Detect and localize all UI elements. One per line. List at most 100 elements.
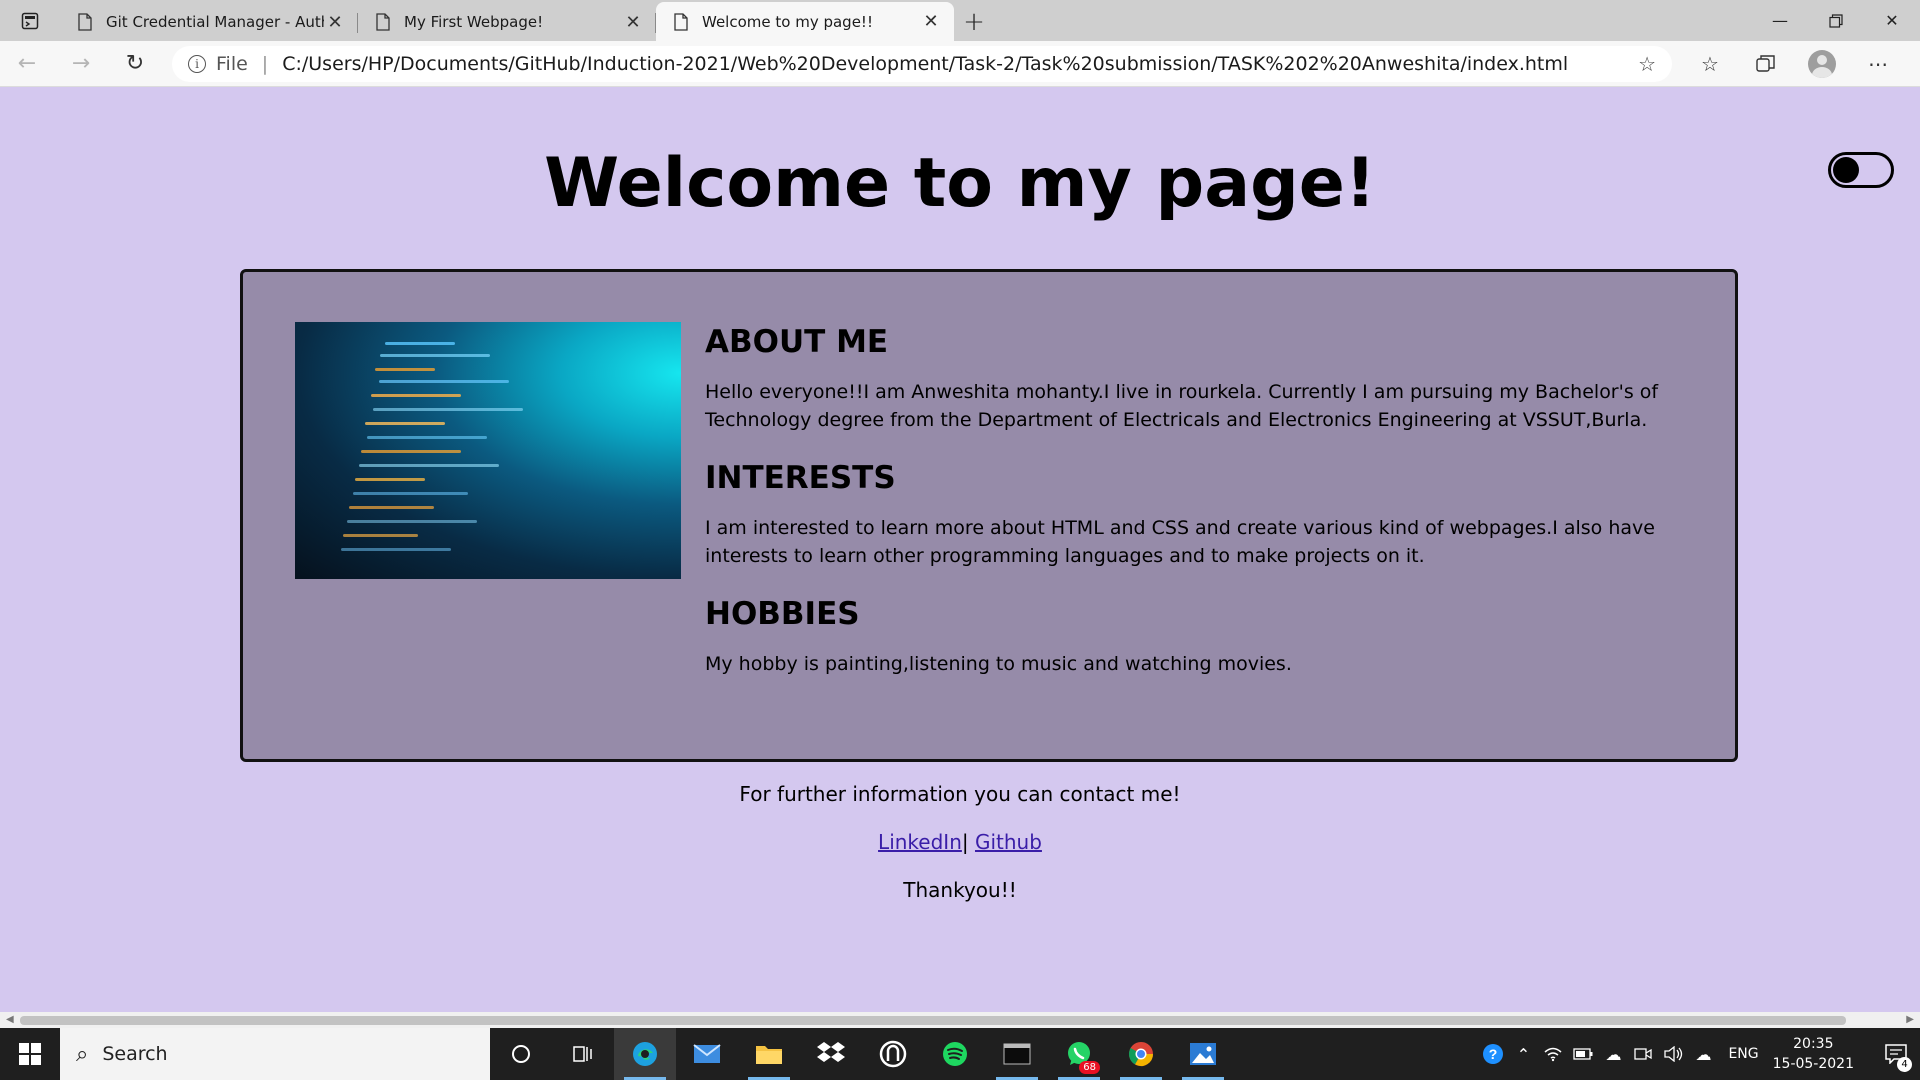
new-tab-button[interactable]: + bbox=[954, 3, 994, 41]
terminal-icon bbox=[1003, 1043, 1031, 1065]
help-button[interactable]: ? bbox=[1478, 1043, 1508, 1065]
windows-icon bbox=[19, 1043, 41, 1065]
cloud-sync-icon[interactable]: ☁ bbox=[1688, 1045, 1718, 1064]
code-screen-image bbox=[295, 322, 681, 579]
battery-icon[interactable] bbox=[1568, 1048, 1598, 1060]
section-heading: HOBBIES bbox=[705, 596, 860, 632]
cortana-button[interactable] bbox=[490, 1028, 552, 1080]
tab-my-first-webpage[interactable]: My First Webpage! ✕ bbox=[358, 3, 656, 41]
photos-taskbar-button[interactable] bbox=[1172, 1028, 1234, 1080]
taskbar: ⌕ Search 68 ? ⌃ ☁ ☁ ENG 20:35 15-05-2021… bbox=[0, 1028, 1920, 1080]
volume-icon[interactable] bbox=[1658, 1046, 1688, 1062]
spotify-taskbar-button[interactable] bbox=[924, 1028, 986, 1080]
thanks-text: Thankyou!! bbox=[903, 878, 1017, 902]
file-explorer-taskbar-button[interactable] bbox=[738, 1028, 800, 1080]
section-text: I am interested to learn more about HTML… bbox=[705, 517, 1655, 567]
tab-welcome-to-my-page[interactable]: Welcome to my page!! ✕ bbox=[656, 2, 954, 41]
spotify-icon bbox=[943, 1042, 967, 1066]
tab-git-credential-manager[interactable]: Git Credential Manager - Authentication … bbox=[60, 3, 358, 41]
close-icon[interactable]: ✕ bbox=[920, 11, 942, 33]
link-separator: | bbox=[961, 830, 969, 854]
collections-button[interactable] bbox=[1738, 41, 1794, 87]
language-indicator[interactable]: ENG bbox=[1728, 1046, 1758, 1062]
close-icon[interactable]: ✕ bbox=[324, 11, 346, 33]
close-icon[interactable]: ✕ bbox=[622, 11, 644, 33]
back-button[interactable]: ← bbox=[0, 41, 54, 87]
section-text: My hobby is painting,listening to music … bbox=[705, 653, 1292, 675]
whatsapp-taskbar-button[interactable]: 68 bbox=[1048, 1028, 1110, 1080]
close-window-button[interactable]: ✕ bbox=[1864, 0, 1920, 41]
window-controls: — ✕ bbox=[1752, 0, 1920, 41]
web-page: Welcome to my page! ABOUT ME Hello every… bbox=[0, 88, 1920, 1012]
address-bar[interactable]: i File | C:/Users/HP/Documents/GitHub/In… bbox=[172, 45, 1672, 82]
svg-text:?: ? bbox=[1489, 1046, 1498, 1062]
taskbar-search[interactable]: ⌕ Search bbox=[60, 1028, 490, 1080]
dropbox-taskbar-button[interactable] bbox=[800, 1028, 862, 1080]
start-button[interactable] bbox=[0, 1028, 60, 1080]
arrow-left-icon: ← bbox=[17, 51, 37, 76]
date-text: 15-05-2021 bbox=[1772, 1056, 1854, 1072]
onedrive-icon[interactable]: ☁ bbox=[1598, 1045, 1628, 1064]
page-icon bbox=[376, 13, 390, 31]
profile-button[interactable] bbox=[1794, 41, 1850, 87]
terminal-taskbar-button[interactable] bbox=[986, 1028, 1048, 1080]
cortana-icon bbox=[512, 1045, 530, 1063]
edge-taskbar-button[interactable] bbox=[614, 1028, 676, 1080]
linkedin-link[interactable]: LinkedIn bbox=[878, 830, 962, 854]
task-view-button[interactable] bbox=[552, 1028, 614, 1080]
avatar bbox=[1808, 49, 1836, 78]
collections-icon bbox=[1756, 54, 1775, 72]
card-text: ABOUT ME Hello everyone!!I am Anweshita … bbox=[705, 322, 1705, 704]
restore-button[interactable] bbox=[1808, 0, 1864, 41]
scroll-right-icon[interactable]: ▶ bbox=[1906, 1014, 1914, 1025]
horizontal-scrollbar[interactable]: ◀ ▶ bbox=[0, 1012, 1920, 1028]
github-desktop-taskbar-button[interactable] bbox=[862, 1028, 924, 1080]
page-title: Welcome to my page! bbox=[544, 144, 1376, 223]
url-text[interactable]: C:/Users/HP/Documents/GitHub/Induction-2… bbox=[282, 53, 1638, 75]
minimize-button[interactable]: — bbox=[1752, 0, 1808, 41]
tab-title: Welcome to my page!! bbox=[702, 12, 873, 31]
github-link[interactable]: Github bbox=[975, 830, 1042, 854]
meet-now-icon[interactable] bbox=[1628, 1046, 1658, 1062]
scroll-left-icon[interactable]: ◀ bbox=[6, 1014, 14, 1025]
section-text: Hello everyone!!I am Anweshita mohanty.I… bbox=[705, 381, 1659, 431]
settings-menu-button[interactable]: ⋯ bbox=[1850, 41, 1906, 87]
search-placeholder: Search bbox=[102, 1043, 168, 1065]
notification-badge: 68 bbox=[1079, 1061, 1100, 1074]
chrome-icon bbox=[1128, 1042, 1153, 1067]
contact-text: For further information you can contact … bbox=[739, 782, 1181, 806]
section-heading: INTERESTS bbox=[705, 460, 896, 496]
toggle-knob bbox=[1833, 157, 1859, 183]
tab-actions-button[interactable] bbox=[0, 0, 60, 41]
help-icon: ? bbox=[1483, 1044, 1504, 1064]
info-icon[interactable]: i bbox=[188, 54, 206, 73]
browser-toolbar: ← → ↻ i File | C:/Users/HP/Documents/Git… bbox=[0, 41, 1920, 87]
clock[interactable]: 20:35 15-05-2021 bbox=[1773, 1034, 1854, 1074]
scrollbar-thumb[interactable] bbox=[20, 1016, 1846, 1025]
refresh-button[interactable]: ↻ bbox=[108, 41, 162, 87]
favorites-button[interactable]: ☆ bbox=[1682, 41, 1738, 87]
search-icon: ⌕ bbox=[76, 1041, 89, 1067]
chevron-up-icon[interactable]: ⌃ bbox=[1508, 1045, 1538, 1064]
forward-button[interactable]: → bbox=[54, 41, 108, 87]
folder-icon bbox=[756, 1046, 782, 1064]
mail-taskbar-button[interactable] bbox=[676, 1028, 738, 1080]
dropbox-icon bbox=[817, 1042, 845, 1062]
about-section: ABOUT ME Hello everyone!!I am Anweshita … bbox=[705, 324, 1705, 434]
chrome-taskbar-button[interactable] bbox=[1110, 1028, 1172, 1080]
edge-icon bbox=[633, 1042, 657, 1066]
theme-toggle[interactable] bbox=[1828, 152, 1894, 188]
page-icon bbox=[78, 13, 92, 31]
profile-card: ABOUT ME Hello everyone!!I am Anweshita … bbox=[240, 269, 1738, 762]
notification-center-button[interactable]: 4 bbox=[1872, 1028, 1920, 1080]
page-icon bbox=[674, 12, 688, 31]
task-view-icon bbox=[573, 1046, 592, 1062]
wifi-icon[interactable] bbox=[1538, 1046, 1568, 1062]
favorites-icon: ☆ bbox=[1701, 51, 1719, 76]
more-icon: ⋯ bbox=[1868, 51, 1888, 76]
refresh-icon: ↻ bbox=[125, 51, 145, 76]
add-favorite-icon[interactable]: ☆ bbox=[1638, 52, 1656, 76]
restore-icon bbox=[1829, 13, 1843, 28]
system-tray: ? ⌃ ☁ ☁ ENG 20:35 15-05-2021 4 bbox=[1478, 1028, 1920, 1080]
notification-count: 4 bbox=[1897, 1057, 1912, 1072]
